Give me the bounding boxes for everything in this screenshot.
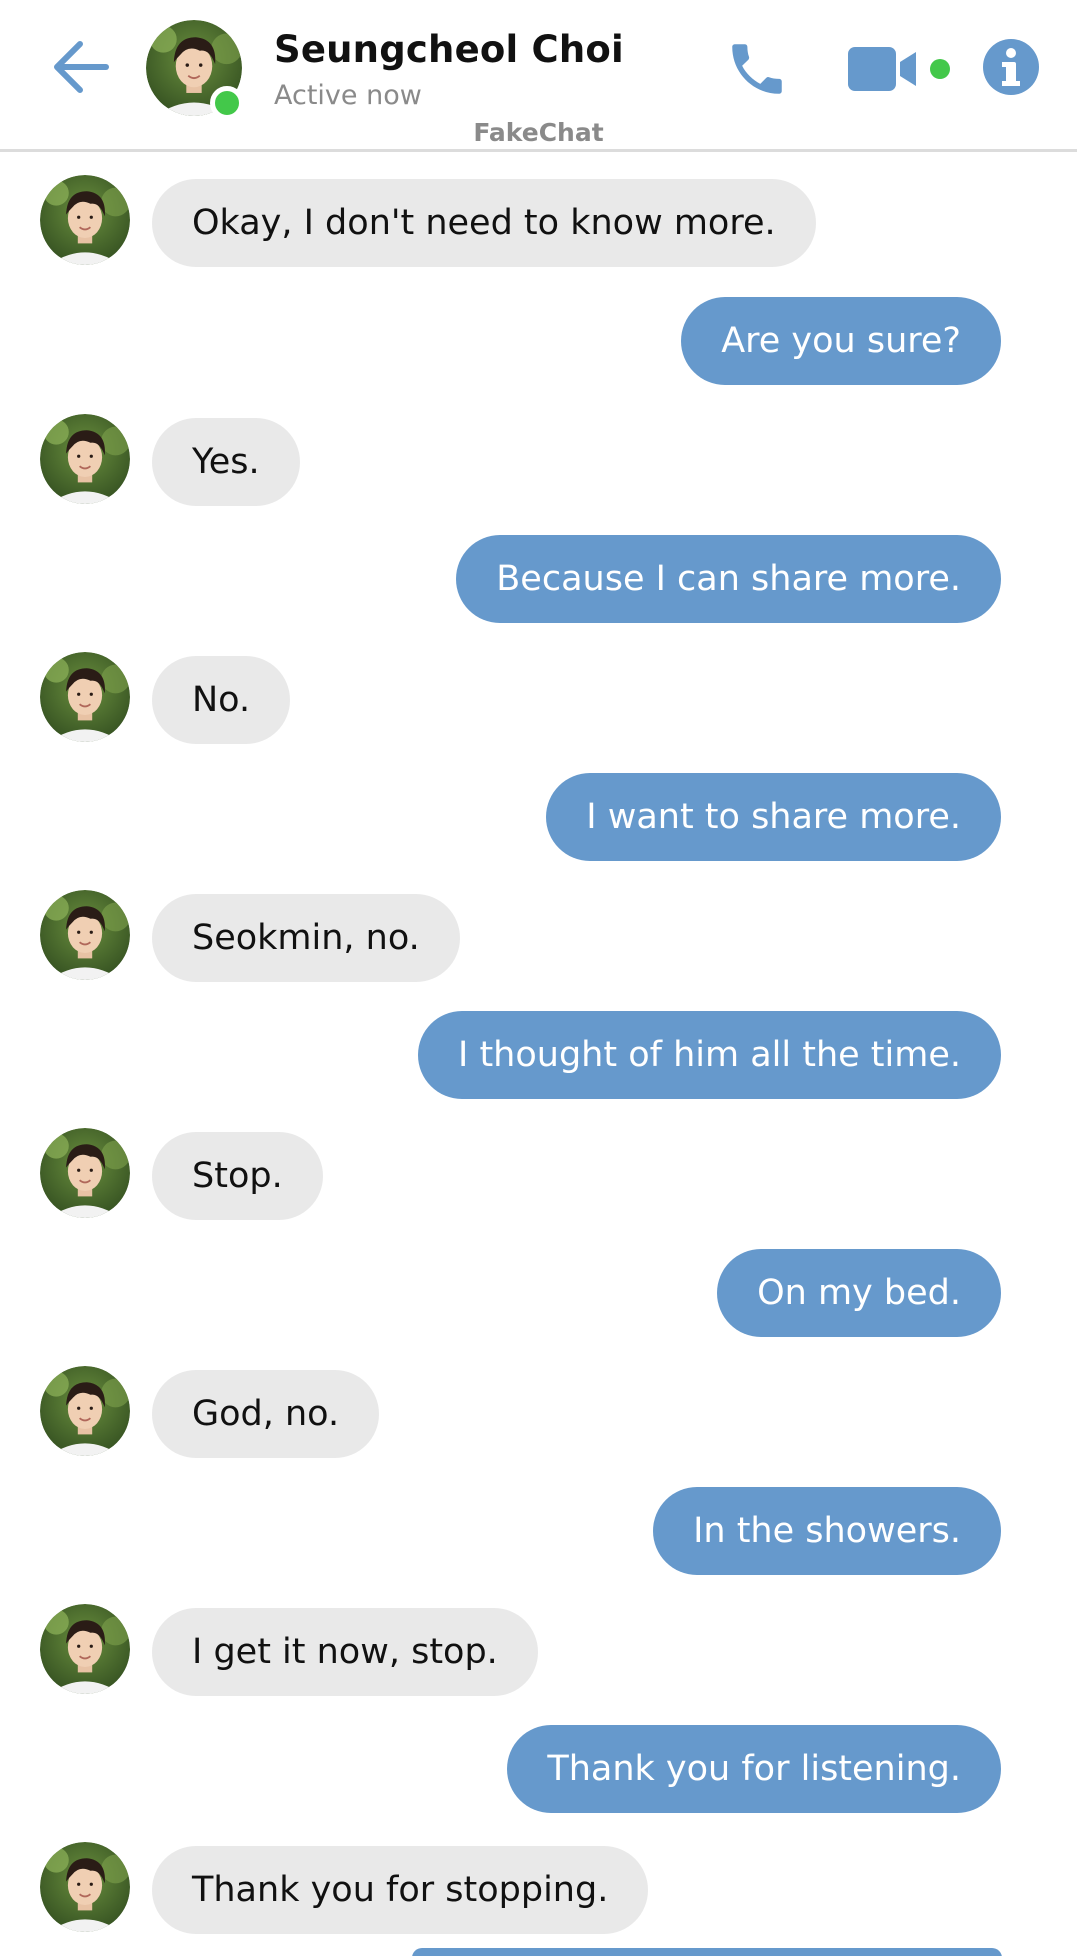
message-row-received: No. [0, 656, 1077, 746]
sent-message-bubble[interactable]: In the showers. [653, 1487, 1001, 1575]
sender-avatar[interactable] [40, 414, 130, 504]
message-row-received: Yes. [0, 418, 1077, 508]
received-message-bubble[interactable]: God, no. [152, 1370, 380, 1458]
message-row-received: Thank you for stopping. [0, 1846, 1077, 1936]
message-row-sent: Because I can share more. [0, 535, 1077, 625]
message-row-sent: In the showers. [0, 1487, 1077, 1577]
message-row-received: I get it now, stop. [0, 1608, 1077, 1698]
received-message-bubble[interactable]: Seokmin, no. [152, 894, 460, 982]
message-row-received: Okay, I don't need to know more. [0, 179, 1077, 269]
sent-message-bubble[interactable]: Thank you for listening. [507, 1725, 1001, 1813]
sent-message-bubble[interactable]: On my bed. [717, 1249, 1001, 1337]
chat-screen: Seungcheol Choi Active now FakeChat Okay… [0, 0, 1077, 1956]
contact-status: Active now [274, 80, 422, 111]
sender-avatar[interactable] [40, 1842, 130, 1932]
received-message-bubble[interactable]: Okay, I don't need to know more. [152, 179, 816, 267]
partial-sent-message-bubble[interactable] [412, 1948, 1002, 1956]
sent-message-bubble[interactable]: I want to share more. [546, 773, 1001, 861]
sent-message-bubble[interactable]: Because I can share more. [456, 535, 1001, 623]
sender-avatar[interactable] [40, 652, 130, 742]
sender-avatar[interactable] [40, 175, 130, 265]
received-message-bubble[interactable]: Yes. [152, 418, 300, 506]
contact-name[interactable]: Seungcheol Choi [274, 28, 624, 71]
message-row-sent: On my bed. [0, 1249, 1077, 1339]
received-message-bubble[interactable]: Stop. [152, 1132, 323, 1220]
app-label: FakeChat [473, 118, 604, 147]
message-row-sent: I want to share more. [0, 773, 1077, 863]
contact-avatar[interactable] [146, 20, 244, 120]
back-arrow-icon[interactable] [52, 40, 110, 94]
sender-avatar[interactable] [40, 1128, 130, 1218]
sender-avatar[interactable] [40, 1366, 130, 1456]
message-row-received: Seokmin, no. [0, 894, 1077, 984]
received-message-bubble[interactable]: Thank you for stopping. [152, 1846, 649, 1934]
phone-icon[interactable] [724, 36, 790, 102]
message-thread[interactable]: Okay, I don't need to know more. Are you… [0, 155, 1077, 1956]
received-message-bubble[interactable]: No. [152, 656, 291, 744]
message-row-sent: I thought of him all the time. [0, 1011, 1077, 1101]
sent-message-bubble[interactable]: I thought of him all the time. [418, 1011, 1001, 1099]
sender-avatar[interactable] [40, 890, 130, 980]
sender-avatar[interactable] [40, 1604, 130, 1694]
online-status-dot [210, 86, 244, 120]
chat-header: Seungcheol Choi Active now FakeChat [0, 0, 1077, 152]
sent-message-bubble[interactable]: Are you sure? [681, 297, 1001, 385]
received-message-bubble[interactable]: I get it now, stop. [152, 1608, 538, 1696]
message-row-received: God, no. [0, 1370, 1077, 1460]
message-row-received: Stop. [0, 1132, 1077, 1222]
video-camera-icon[interactable] [848, 44, 954, 94]
message-row-sent: Thank you for listening. [0, 1725, 1077, 1815]
message-row-sent: Are you sure? [0, 297, 1077, 387]
info-icon[interactable] [982, 38, 1040, 96]
